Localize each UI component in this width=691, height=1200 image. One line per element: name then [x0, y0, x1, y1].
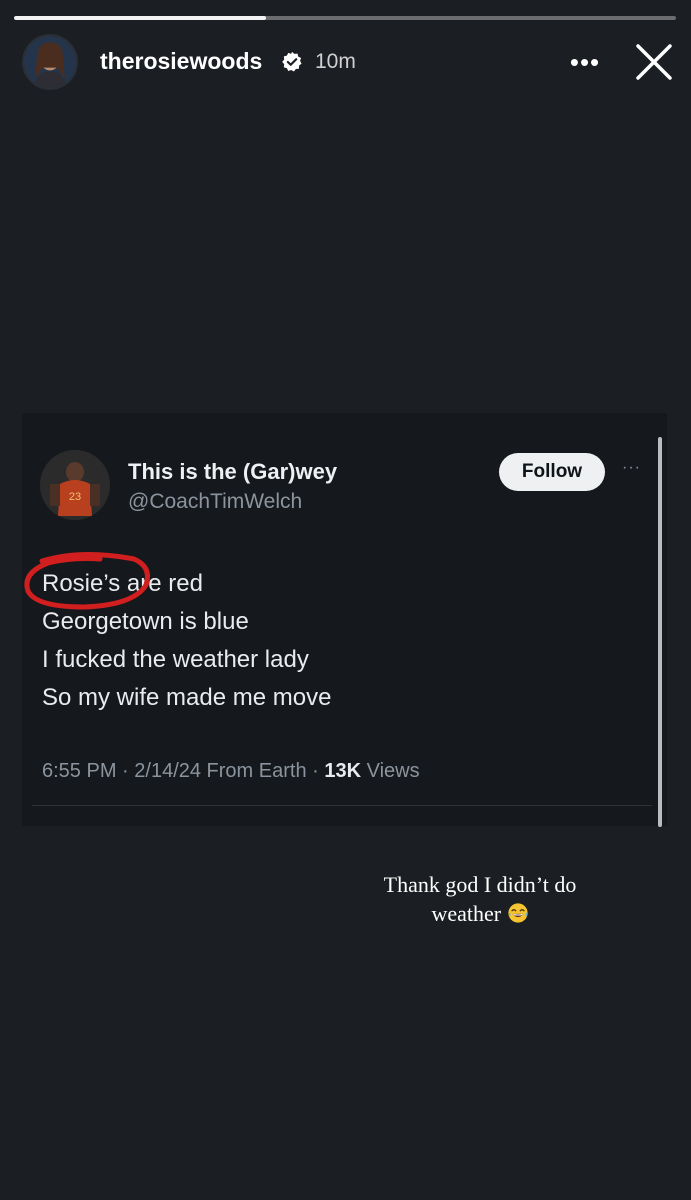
follow-button[interactable]: Follow [499, 453, 605, 491]
story-timestamp: 10m [315, 50, 356, 73]
caption-line: Thank god I didn’t do [383, 872, 577, 897]
tweet-line: So my wife made me move [42, 684, 332, 711]
player-jersey-image: 23 [40, 450, 110, 520]
avatar-image [24, 36, 76, 88]
story-viewer: therosiewoods 10m ••• 23 This is the (Ga… [0, 0, 691, 1200]
close-icon[interactable] [634, 42, 674, 82]
verified-badge-icon [282, 51, 302, 72]
tweet-meta: 6:55 PM · 2/14/24 From Earth · 13K Views [42, 760, 420, 783]
divider [32, 805, 652, 806]
laughing-emoji-icon [507, 903, 528, 923]
views-count: 13K [324, 760, 362, 782]
svg-text:23: 23 [69, 491, 81, 503]
more-dots-icon: ••• [569, 46, 601, 77]
story-header: therosiewoods 10m ••• [22, 34, 672, 92]
more-options-button[interactable]: ••• [567, 44, 603, 80]
story-caption: Thank god I didn’t do weather [330, 870, 630, 928]
caption-line: weather [431, 901, 502, 926]
red-circle-annotation [24, 552, 150, 610]
tweet-date: 2/14/24 From Earth [134, 760, 307, 782]
story-username[interactable]: therosiewoods [100, 48, 262, 75]
scrollbar[interactable] [658, 437, 662, 827]
tweet-time: 6:55 PM [42, 760, 117, 782]
tweet-display-name[interactable]: This is the (Gar)wey [128, 459, 337, 485]
views-label: Views [361, 760, 420, 782]
tweet-avatar: 23 [40, 450, 110, 520]
tweet-handle[interactable]: @CoachTimWelch [128, 490, 302, 514]
story-progress-fill [14, 16, 266, 20]
story-progress-bar [14, 16, 676, 20]
tweet-line: I fucked the weather lady [42, 646, 309, 673]
tweet-screenshot: 23 This is the (Gar)wey @CoachTimWelch F… [22, 413, 667, 827]
tweet-more-icon[interactable]: ··· [622, 459, 641, 477]
profile-avatar[interactable] [22, 34, 78, 90]
meta-separator: · [116, 760, 135, 782]
meta-separator: · [306, 760, 325, 782]
